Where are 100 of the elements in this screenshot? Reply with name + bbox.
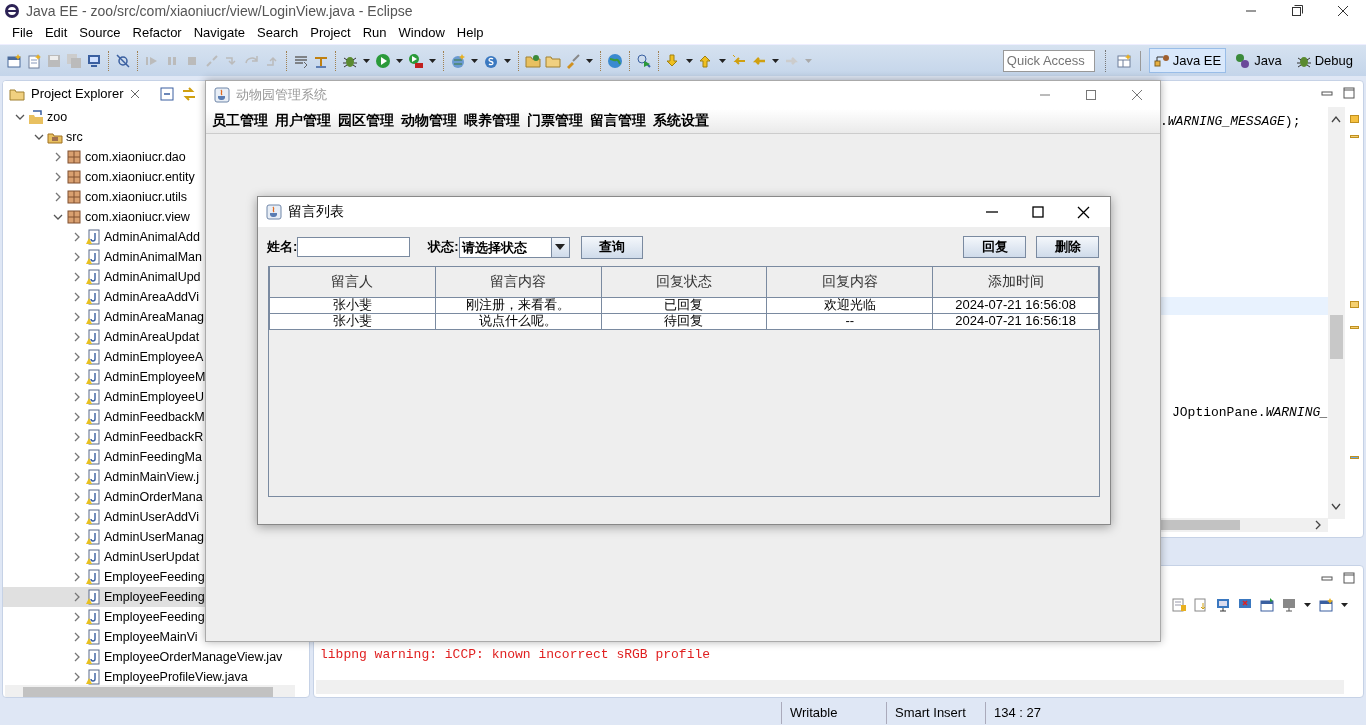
pin-icon[interactable] — [1259, 597, 1275, 613]
new-file-icon[interactable] — [26, 52, 42, 69]
run-search-icon[interactable] — [636, 52, 652, 69]
name-field[interactable] — [297, 237, 411, 257]
tree-item[interactable]: AdminFeedingMa — [3, 447, 204, 467]
new-console-icon[interactable] — [1318, 597, 1334, 613]
menu-item[interactable]: 留言管理 — [590, 110, 653, 132]
menu-item[interactable]: Help — [450, 23, 490, 43]
tree-item[interactable]: AdminAreaManag — [3, 307, 207, 327]
query-button[interactable]: 查询 — [580, 235, 643, 259]
play-icon[interactable] — [375, 52, 391, 69]
caret-icon[interactable] — [428, 56, 437, 65]
tree-item[interactable]: EmployeeFeeding — [3, 587, 207, 607]
tree-item[interactable]: src — [3, 127, 85, 147]
close-icon[interactable] — [129, 88, 142, 100]
horizontal-scrollbar[interactable] — [5, 685, 295, 697]
horizontal-scrollbar[interactable] — [316, 680, 1344, 694]
tree-item[interactable]: AdminAnimalAdd — [3, 227, 202, 247]
caret-icon[interactable] — [1340, 601, 1349, 609]
menu-item[interactable]: Edit — [38, 23, 74, 43]
tree-item[interactable]: AdminMainView.j — [3, 467, 201, 487]
menu-item[interactable]: Source — [73, 23, 127, 43]
caret-icon[interactable] — [470, 56, 479, 65]
column-header[interactable]: 回复状态 — [601, 267, 767, 297]
menu-item[interactable]: Window — [392, 23, 451, 43]
status-dropdown[interactable]: 请选择状态 — [458, 236, 570, 258]
column-header[interactable]: 添加时间 — [932, 267, 1099, 297]
caret-icon[interactable] — [1303, 601, 1312, 609]
warning-marker-icon[interactable] — [1350, 115, 1359, 123]
tree-item[interactable]: EmployeeFeeding — [3, 567, 207, 587]
menu-item[interactable]: 喂养管理 — [464, 110, 527, 132]
tree-item[interactable]: EmployeeMainVi — [3, 627, 200, 647]
warning-marker-icon[interactable] — [1350, 301, 1359, 308]
perspective-button[interactable]: Debug — [1290, 47, 1358, 74]
tree-item[interactable]: com.xiaoniucr.view — [3, 207, 192, 227]
perspective-button[interactable]: Java — [1230, 47, 1287, 74]
tree-item[interactable]: AdminEmployeeA — [3, 347, 206, 367]
menu-item[interactable]: 动物管理 — [401, 110, 464, 132]
column-header[interactable]: 留言人 — [269, 267, 436, 297]
menu-item[interactable]: 系统设置 — [653, 110, 716, 132]
tree-item[interactable]: AdminEmployeeM — [3, 367, 208, 387]
folder-open-icon[interactable] — [525, 52, 541, 69]
tree-item[interactable]: EmployeeProfileView.java — [3, 667, 250, 687]
chevron-up-icon[interactable] — [1331, 115, 1341, 123]
caret-icon[interactable] — [718, 56, 727, 65]
chevron-right-icon[interactable] — [1314, 520, 1322, 530]
scroll-thumb[interactable] — [1330, 315, 1343, 359]
tree-item[interactable]: AdminAreaAddVi — [3, 287, 201, 307]
tree-item[interactable]: AdminFeedbackM — [3, 407, 207, 427]
tree-item[interactable]: AdminAnimalUpd — [3, 267, 203, 287]
caret-icon[interactable] — [771, 56, 780, 65]
new-window-icon[interactable] — [6, 52, 22, 69]
link-editor-icon[interactable] — [181, 86, 198, 102]
maximize-icon[interactable] — [1343, 572, 1355, 584]
caret-icon[interactable] — [503, 56, 512, 65]
menu-item[interactable]: Run — [356, 23, 393, 43]
tree-item[interactable]: EmployeeOrderManageView.jav — [3, 647, 285, 667]
perspective-button[interactable]: Java EE — [1148, 47, 1227, 74]
tree-item[interactable]: com.xiaoniucr.utils — [3, 187, 190, 207]
menu-item[interactable]: Project — [304, 23, 357, 43]
column-header[interactable]: 留言内容 — [435, 267, 602, 297]
tree-item[interactable]: zoo — [3, 107, 70, 127]
warning-marker-icon[interactable] — [1350, 326, 1359, 329]
menu-item[interactable]: 员工管理 — [212, 110, 275, 132]
tree-item[interactable]: AdminEmployeeU — [3, 387, 207, 407]
caret-icon[interactable] — [685, 56, 694, 65]
menu-item[interactable]: File — [6, 23, 39, 43]
action-button[interactable]: 删除 — [1036, 236, 1099, 258]
tree-item[interactable]: com.xiaoniucr.entity — [3, 167, 197, 187]
console-icon[interactable] — [1215, 597, 1231, 613]
panel-tab[interactable]: Project Explorer — [31, 84, 124, 104]
chevron-down-icon[interactable] — [53, 212, 63, 222]
menu-item[interactable]: 门票管理 — [527, 110, 590, 132]
globe-icon[interactable] — [607, 52, 623, 69]
tree-item[interactable]: EmployeeFeeding — [3, 607, 207, 627]
quick-access-field[interactable]: Quick Access — [1002, 49, 1095, 72]
open-perspective-icon[interactable] — [1115, 52, 1132, 69]
run-tool-icon[interactable] — [408, 52, 424, 69]
warning-marker-icon[interactable] — [1350, 135, 1359, 138]
maximize-icon[interactable] — [1343, 87, 1355, 99]
horizontal-scrollbar[interactable] — [1160, 518, 1328, 532]
scroll-thumb[interactable] — [23, 687, 273, 697]
caret-icon[interactable] — [585, 56, 594, 65]
collapse-all-icon[interactable] — [159, 86, 176, 102]
tree-item[interactable]: AdminAreaUpdat — [3, 327, 202, 347]
caret-icon[interactable] — [395, 56, 404, 65]
scroll-lock-icon[interactable] — [1193, 597, 1209, 613]
tree-item[interactable]: AdminAnimalMan — [3, 247, 204, 267]
chevron-down-icon[interactable] — [1331, 503, 1341, 511]
tree-item[interactable]: AdminUserAddVi — [3, 507, 201, 527]
menu-item[interactable]: Refactor — [126, 23, 188, 43]
tree-item[interactable]: AdminOrderMana — [3, 487, 205, 507]
caret-icon[interactable] — [362, 56, 371, 65]
scroll-thumb[interactable] — [1160, 520, 1240, 530]
menu-item[interactable]: 园区管理 — [338, 110, 401, 132]
display-icon[interactable] — [1281, 597, 1297, 613]
menu-item[interactable]: Navigate — [187, 23, 251, 43]
vertical-scrollbar[interactable] — [1328, 107, 1345, 519]
tree-item[interactable]: AdminUserUpdat — [3, 547, 202, 567]
menu-item[interactable]: Search — [251, 23, 305, 43]
